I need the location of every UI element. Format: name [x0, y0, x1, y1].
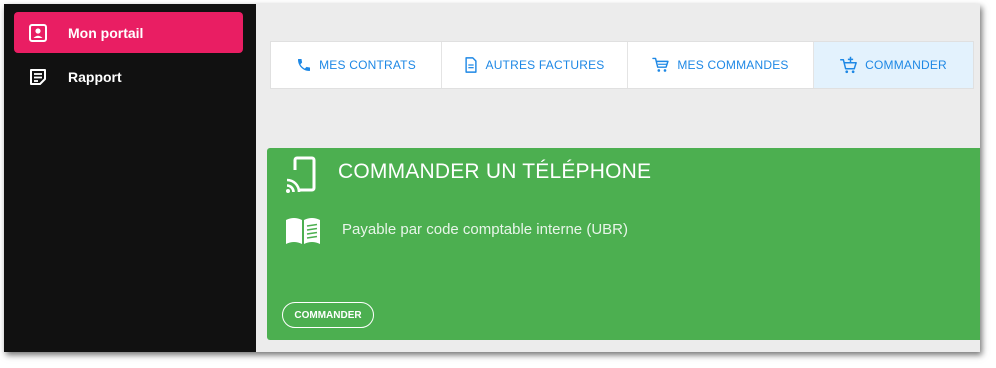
tab-label: MES COMMANDES: [677, 58, 789, 72]
cast-phone-icon: [285, 156, 317, 199]
cart-add-icon: [840, 56, 858, 74]
card-description: Payable par code comptable interne (UBR): [342, 221, 628, 238]
app-window: Mon portail Rapport MES CONTRATS AUTRES …: [4, 4, 980, 352]
contact-card-icon: [26, 21, 50, 45]
sidebar: Mon portail Rapport: [4, 4, 256, 352]
tab-label: MES CONTRATS: [319, 58, 416, 72]
tab-mes-commandes[interactable]: MES COMMANDES: [628, 42, 814, 88]
phone-icon: [296, 57, 312, 73]
tab-label: COMMANDER: [865, 58, 947, 72]
sidebar-item-label: Rapport: [68, 68, 122, 85]
open-book-icon: [284, 216, 322, 251]
sidebar-item-rapport[interactable]: Rapport: [14, 56, 243, 97]
tab-commander[interactable]: COMMANDER: [814, 42, 973, 88]
sidebar-item-label: Mon portail: [68, 24, 144, 41]
cart-icon: [652, 57, 670, 73]
tab-label: AUTRES FACTURES: [485, 58, 605, 72]
order-phone-card: COMMANDER UN TÉLÉPHONE Payable par code …: [267, 148, 980, 340]
commander-button[interactable]: COMMANDER: [282, 302, 374, 328]
report-icon: [26, 65, 50, 89]
tab-autres-factures[interactable]: AUTRES FACTURES: [442, 42, 628, 88]
card-title: COMMANDER UN TÉLÉPHONE: [338, 160, 652, 183]
main-content: MES CONTRATS AUTRES FACTURES MES COMMAND…: [256, 4, 980, 352]
tab-mes-contrats[interactable]: MES CONTRATS: [271, 42, 442, 88]
tab-bar: MES CONTRATS AUTRES FACTURES MES COMMAND…: [270, 41, 974, 89]
document-icon: [464, 57, 478, 73]
sidebar-item-mon-portail[interactable]: Mon portail: [14, 12, 243, 53]
